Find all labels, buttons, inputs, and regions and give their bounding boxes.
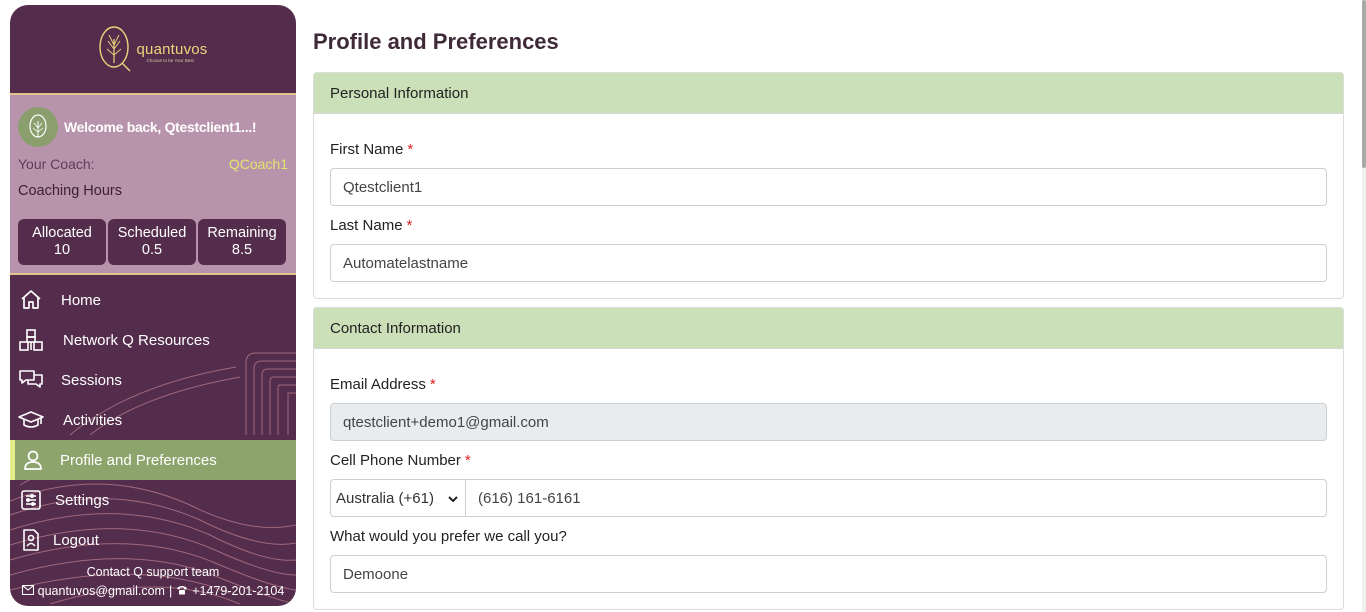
phone-icon — [176, 584, 188, 598]
hours-remaining: Remaining 8.5 — [198, 219, 286, 265]
nav-logout-label: Logout — [53, 531, 99, 549]
nickname-label: What would you prefer we call you? — [330, 528, 567, 545]
contact-information-card: Contact Information Email Address* Cell … — [313, 307, 1344, 610]
required-mark: * — [406, 217, 413, 234]
logout-icon — [18, 527, 44, 553]
required-mark: * — [429, 376, 436, 393]
hours-allocated-value: 10 — [53, 242, 71, 258]
nav-logout[interactable]: Logout — [10, 520, 296, 560]
tree-logo-icon — [99, 26, 131, 72]
required-mark: * — [464, 452, 471, 469]
scrollbar-thumb[interactable] — [1362, 0, 1366, 168]
contact-title: Contact Q support team — [86, 565, 220, 579]
chevron-down-icon — [447, 492, 459, 509]
personal-information-header: Personal Information — [314, 73, 1343, 114]
nav-home[interactable]: Home — [10, 280, 296, 320]
personal-information-card: Personal Information First Name* Last Na… — [313, 72, 1344, 299]
nickname-input[interactable] — [330, 555, 1327, 593]
hours-scheduled-label: Scheduled — [117, 225, 187, 241]
nav-home-label: Home — [61, 291, 102, 309]
hours-allocated-label: Allocated — [32, 225, 92, 241]
support-phone[interactable]: +1479-201-2104 — [192, 584, 284, 598]
page-title: Profile and Preferences — [313, 29, 559, 54]
email-input — [330, 403, 1327, 441]
avatar — [18, 107, 58, 147]
nav-activities[interactable]: Activities — [10, 400, 296, 440]
sidebar: quantuvos Choose to be Your Best Welcome… — [10, 5, 296, 606]
last-name-label-text: Last Name — [330, 217, 403, 234]
last-name-label: Last Name * — [330, 217, 412, 234]
nav-sessions-label: Sessions — [61, 371, 122, 389]
home-icon — [18, 287, 44, 313]
logo[interactable]: quantuvos Choose to be Your Best — [98, 25, 207, 73]
network-icon — [18, 327, 44, 353]
country-code-select[interactable]: Australia (+61) — [330, 479, 466, 517]
hours-remaining-label: Remaining — [207, 225, 277, 241]
first-name-label: First Name * — [330, 141, 413, 158]
nav-network-q-resources[interactable]: Network Q Resources — [10, 320, 296, 360]
coaching-hours-label: Coaching Hours — [18, 183, 122, 199]
user-panel: Welcome back, Qtestclient1...! Your Coac… — [10, 95, 296, 275]
cell-phone-input[interactable] — [465, 479, 1327, 517]
mail-icon — [21, 584, 34, 598]
logo-area: quantuvos Choose to be Your Best — [10, 5, 296, 95]
cell-phone-label-text: Cell Phone Number — [330, 452, 461, 469]
coach-name[interactable]: QCoach1 — [229, 156, 288, 172]
coaching-hours: Allocated 10 Scheduled 0.5 Remaining 8.5 — [18, 219, 286, 265]
cell-phone-label: Cell Phone Number * — [330, 452, 471, 469]
nav-sessions[interactable]: Sessions — [10, 360, 296, 400]
tree-avatar-icon — [29, 114, 47, 138]
support-email[interactable]: quantuvos@gmail.com — [38, 584, 165, 598]
welcome-message: Welcome back, Qtestclient1...! — [64, 119, 257, 135]
settings-icon — [18, 487, 44, 513]
nav-profile-label: Profile and Preferences — [60, 451, 217, 469]
graduation-cap-icon — [18, 407, 44, 433]
hours-allocated: Allocated 10 — [18, 219, 106, 265]
last-name-input[interactable] — [330, 244, 1327, 282]
email-label-text: Email Address — [330, 376, 426, 393]
sidebar-nav: Home Network Q Resources Sessions Activi… — [10, 275, 296, 604]
contact-information-header: Contact Information — [314, 308, 1343, 349]
nav-network-label: Network Q Resources — [63, 331, 210, 349]
support-contact: Contact Q support team quantuvos@gmail.c… — [10, 565, 296, 598]
nav-settings-label: Settings — [55, 491, 110, 509]
hours-scheduled: Scheduled 0.5 — [108, 219, 196, 265]
coach-label: Your Coach: — [18, 156, 95, 172]
chat-icon — [18, 367, 44, 393]
hours-scheduled-value: 0.5 — [141, 242, 163, 258]
first-name-label-text: First Name — [330, 141, 404, 158]
nav-settings[interactable]: Settings — [10, 480, 296, 520]
nav-profile-and-preferences[interactable]: Profile and Preferences — [10, 440, 296, 480]
nav-activities-label: Activities — [63, 411, 123, 429]
email-label: Email Address * — [330, 376, 436, 393]
hours-remaining-value: 8.5 — [231, 242, 253, 258]
required-mark: * — [407, 141, 414, 158]
country-code-value: Australia (+61) — [336, 489, 434, 507]
first-name-input[interactable] — [330, 168, 1327, 206]
user-icon — [20, 447, 46, 473]
scrollbar[interactable] — [1362, 0, 1366, 612]
logo-name: quantuvos — [136, 41, 208, 58]
logo-tagline: Choose to be Your Best — [146, 58, 194, 63]
contact-separator: | — [168, 584, 173, 598]
